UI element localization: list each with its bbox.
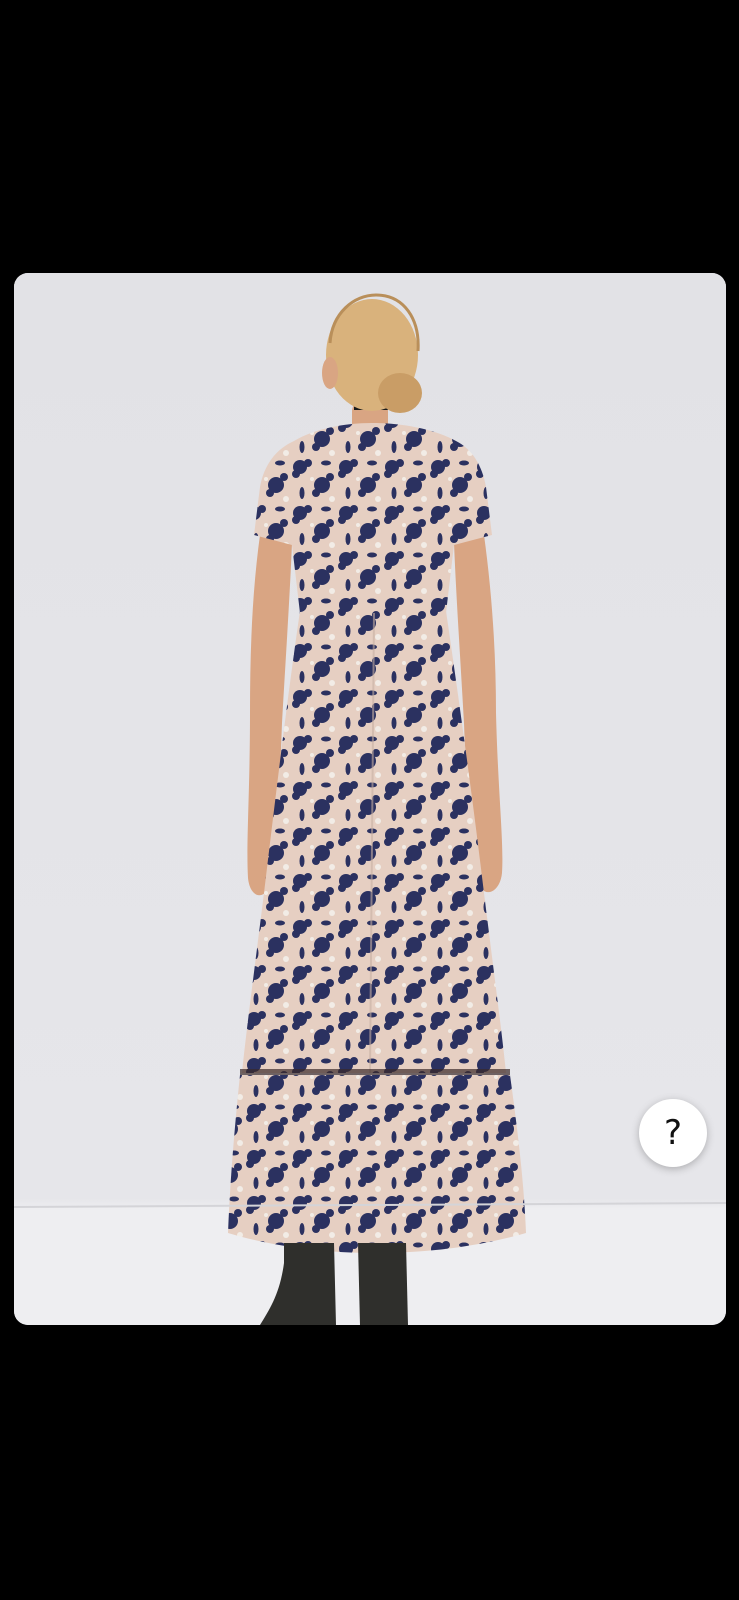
screen: ? — [0, 0, 739, 1600]
product-photo — [14, 273, 726, 1325]
question-mark-icon: ? — [663, 1113, 683, 1153]
product-image[interactable] — [14, 273, 726, 1325]
help-button[interactable]: ? — [639, 1099, 707, 1167]
